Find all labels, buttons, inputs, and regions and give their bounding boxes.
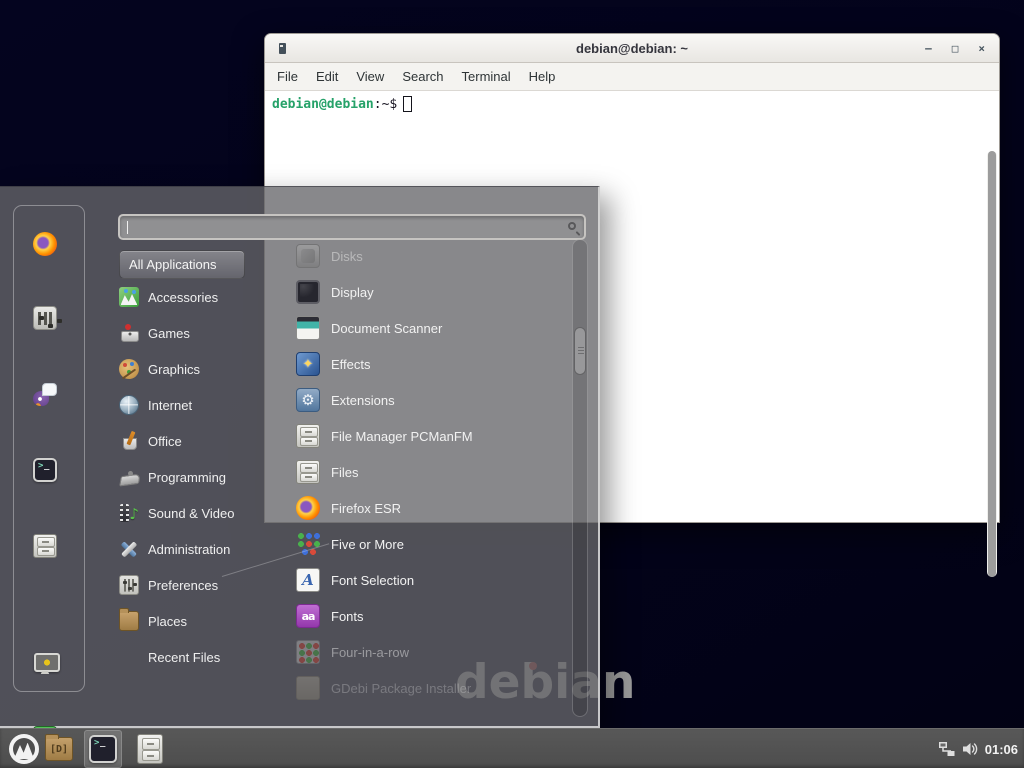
terminal-title: debian@debian: ~ — [265, 41, 999, 56]
terminal-menubar: File Edit View Search Terminal Help — [265, 63, 999, 91]
document-scanner-icon — [296, 316, 320, 340]
favorite-mixer[interactable] — [33, 306, 57, 330]
all-applications-label: All Applications — [129, 257, 216, 272]
accessories-icon — [119, 287, 139, 307]
menu-view[interactable]: View — [347, 64, 393, 89]
favorite-firefox[interactable] — [33, 232, 57, 256]
app-four-in-a-row[interactable]: Four-in-a-row — [296, 637, 566, 667]
extensions-icon — [296, 388, 320, 412]
category-administration[interactable]: Administration — [119, 535, 279, 563]
category-programming[interactable]: Programming — [119, 463, 279, 491]
category-graphics[interactable]: Graphics — [119, 355, 279, 383]
taskbar-clock[interactable]: 01:06 — [985, 729, 1018, 768]
search-icon — [568, 222, 576, 230]
favorites-column — [13, 205, 85, 692]
programming-icon — [119, 467, 139, 487]
category-places[interactable]: Places — [119, 607, 279, 635]
favorite-pidgin[interactable] — [33, 382, 57, 406]
category-sound-video[interactable]: Sound & Video — [119, 499, 279, 527]
four-in-a-row-icon — [296, 640, 320, 664]
graphics-icon — [119, 359, 139, 379]
firefox-icon — [296, 496, 320, 520]
app-file-manager-pcmanfm[interactable]: File Manager PCManFM — [296, 421, 566, 451]
maximize-button[interactable]: □ — [952, 43, 959, 54]
gdebi-icon — [296, 676, 320, 700]
fonts-icon — [296, 604, 320, 628]
terminal-scrollbar-thumb[interactable] — [988, 151, 996, 577]
app-firefox-esr[interactable]: Firefox ESR — [296, 493, 566, 523]
applications-menu: All Applications Accessories Games Graph… — [0, 186, 600, 728]
places-icon — [119, 611, 139, 631]
menu-scrollbar[interactable] — [572, 239, 588, 717]
taskbar: 01:06 — [0, 728, 1024, 768]
app-fonts[interactable]: Fonts — [296, 601, 566, 631]
menu-terminal[interactable]: Terminal — [453, 64, 520, 89]
search-input[interactable] — [128, 217, 558, 237]
taskbar-active-window-terminal[interactable] — [84, 730, 122, 768]
category-recent-files[interactable]: Recent Files — [119, 643, 279, 671]
menu-help[interactable]: Help — [520, 64, 565, 89]
internet-icon — [119, 395, 139, 415]
category-accessories[interactable]: Accessories — [119, 283, 279, 311]
minimize-button[interactable]: – — [925, 43, 932, 54]
favorite-files[interactable] — [33, 534, 57, 558]
app-disks[interactable]: Disks — [296, 241, 566, 271]
preferences-icon — [119, 575, 139, 595]
app-extensions[interactable]: Extensions — [296, 385, 566, 415]
close-button[interactable]: × — [978, 43, 985, 54]
taskbar-files-button[interactable] — [137, 734, 163, 764]
disks-icon — [296, 244, 320, 268]
category-games[interactable]: Games — [119, 319, 279, 347]
file-cabinet-icon — [296, 460, 320, 484]
terminal-titlebar-icon — [279, 43, 286, 54]
games-icon — [119, 323, 139, 343]
menu-button[interactable] — [9, 734, 39, 764]
category-internet[interactable]: Internet — [119, 391, 279, 419]
app-files[interactable]: Files — [296, 457, 566, 487]
administration-icon — [119, 539, 139, 559]
menu-scrollbar-thumb[interactable] — [574, 327, 586, 375]
network-icon[interactable] — [938, 729, 956, 768]
category-preferences[interactable]: Preferences — [119, 571, 279, 599]
app-five-or-more[interactable]: Five or More — [296, 529, 566, 559]
app-gdebi-package-installer[interactable]: GDebi Package Installer — [296, 673, 566, 703]
display-icon — [296, 280, 320, 304]
terminal-titlebar[interactable]: debian@debian: ~ – □ × — [265, 34, 999, 63]
menu-file[interactable]: File — [268, 64, 307, 89]
text-caret — [127, 221, 128, 234]
app-display[interactable]: Display — [296, 277, 566, 307]
prompt-user-host: debian@debian — [272, 97, 374, 112]
menu-edit[interactable]: Edit — [307, 64, 347, 89]
app-effects[interactable]: Effects — [296, 349, 566, 379]
category-all-applications[interactable]: All Applications — [119, 250, 245, 279]
favorite-terminal[interactable] — [33, 458, 57, 482]
sound-video-icon — [119, 503, 139, 523]
search-box — [118, 214, 586, 240]
terminal-icon — [89, 735, 117, 763]
effects-icon — [296, 352, 320, 376]
terminal-cursor — [403, 96, 412, 112]
file-cabinet-icon — [296, 424, 320, 448]
font-selection-icon — [296, 568, 320, 592]
lock-screen-button[interactable] — [33, 651, 57, 675]
volume-icon[interactable] — [962, 729, 980, 768]
category-office[interactable]: Office — [119, 427, 279, 455]
menu-search[interactable]: Search — [393, 64, 452, 89]
app-document-scanner[interactable]: Document Scanner — [296, 313, 566, 343]
terminal-scrollbar[interactable] — [987, 151, 997, 577]
app-font-selection[interactable]: Font Selection — [296, 565, 566, 595]
office-icon — [119, 431, 139, 451]
prompt-suffix: :~$ — [374, 97, 397, 112]
taskbar-file-manager-button[interactable] — [45, 737, 73, 761]
